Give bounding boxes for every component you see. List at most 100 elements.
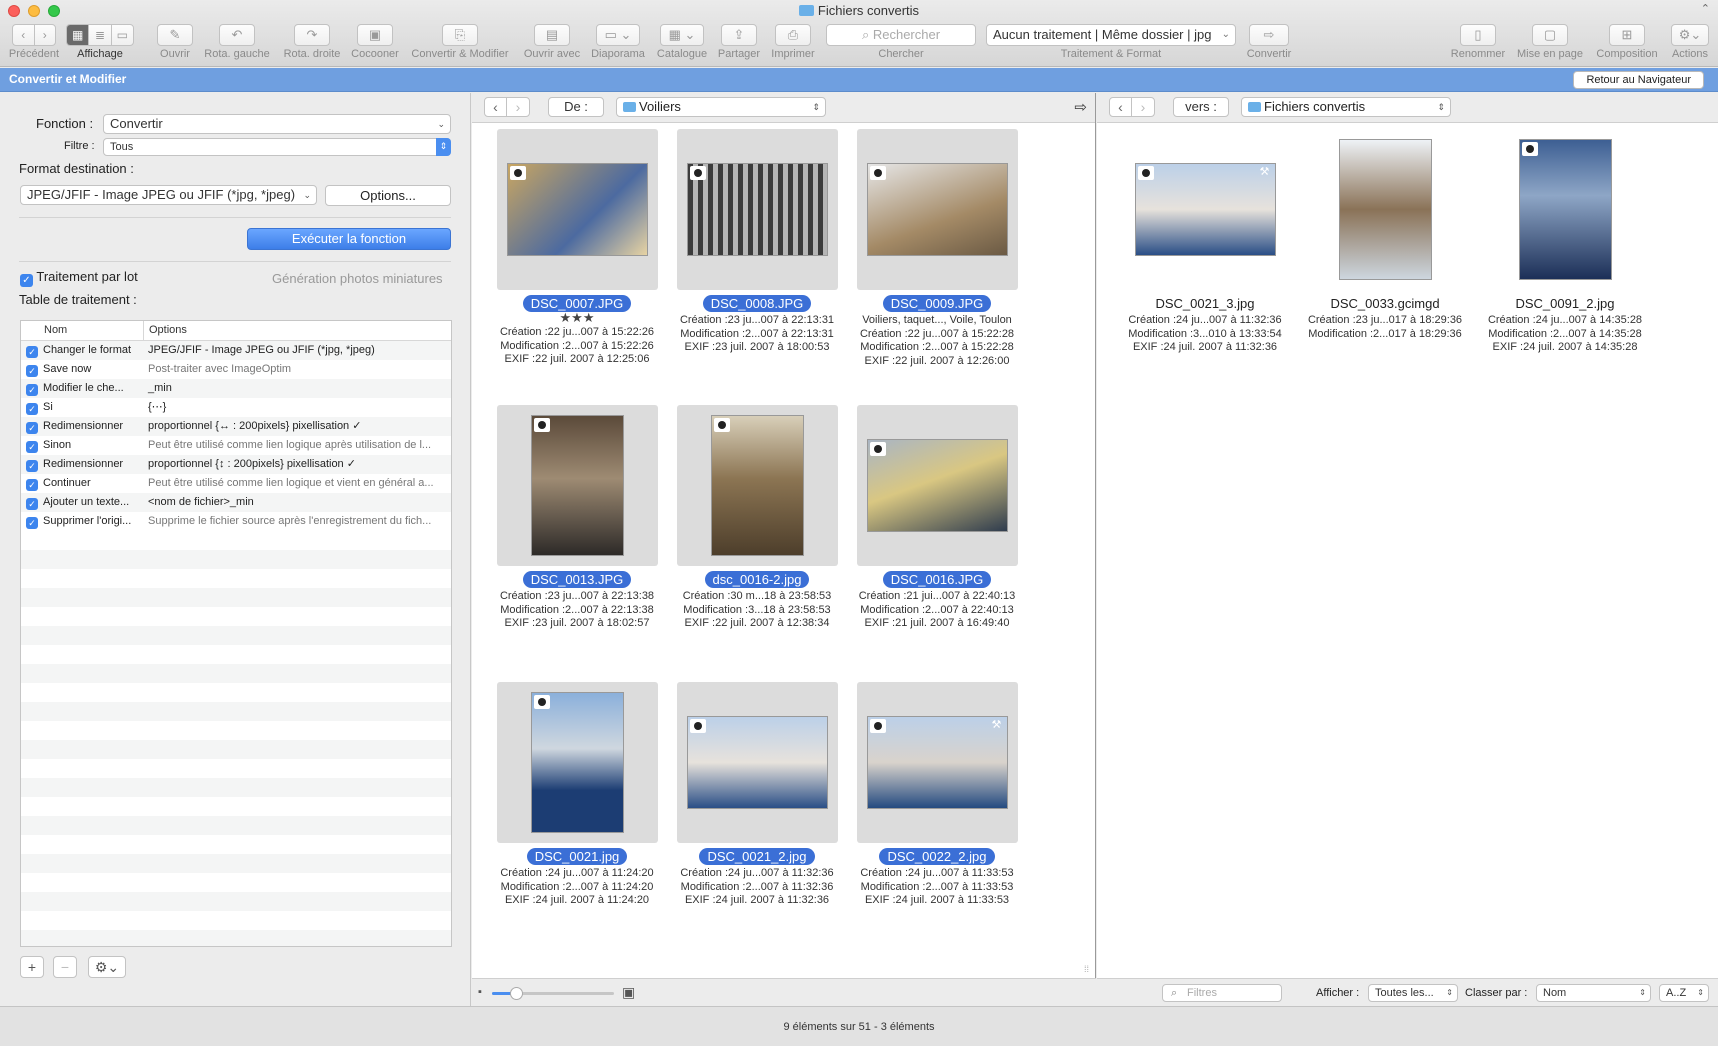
back-to-browser-button[interactable]: Retour au Navigateur	[1573, 71, 1704, 89]
table-row[interactable]: ✓ Sinon Peut être utilisé comme lien logiq…	[21, 436, 451, 455]
resize-grip-icon[interactable]: ⁞⁞	[1084, 964, 1089, 974]
fullscreen-icon[interactable]: ⌃	[1701, 2, 1710, 15]
image-thumbnail[interactable]	[496, 129, 658, 290]
remove-step-button[interactable]: −	[53, 956, 77, 978]
checkbox-checked-icon[interactable]: ✓	[26, 384, 38, 396]
options-button[interactable]: Options...	[325, 185, 451, 206]
file-name[interactable]: DSC_0008.JPG	[702, 295, 812, 312]
checkbox-checked-icon[interactable]: ✓	[26, 403, 38, 415]
open-with-button[interactable]: ▤ Ouvrir avec	[520, 24, 584, 64]
image-cell[interactable]: DSC_0009.JPG Voiliers, taquet..., Voile, …	[852, 129, 1022, 368]
file-name[interactable]: DSC_0091_2.jpg	[1507, 295, 1622, 312]
convert-button[interactable]: ⇨ Convertir	[1244, 24, 1294, 64]
file-name[interactable]: DSC_0033.gcimgd	[1322, 295, 1447, 312]
checkbox-checked-icon[interactable]: ✓	[26, 498, 38, 510]
rotate-right-button[interactable]: ↷ Rota. droite	[278, 24, 346, 64]
back-forward-group[interactable]: ‹ › Précédent	[8, 24, 60, 64]
row-checkbox[interactable]: ✓	[21, 398, 43, 417]
checkbox-checked-icon[interactable]: ✓	[26, 365, 38, 377]
process-group[interactable]: Aucun traitement | Même dossier | jpg ⌄ T…	[986, 24, 1236, 64]
view-mode-segment[interactable]: ▦ ≣ ▭	[66, 24, 134, 46]
table-row[interactable]: ✓ Modifier le che... _min	[21, 379, 451, 398]
back-arrow-icon[interactable]: ‹	[1110, 98, 1132, 116]
file-name[interactable]: DSC_0013.JPG	[522, 571, 632, 588]
print-button[interactable]: ⎙ Imprimer	[766, 24, 820, 64]
file-name[interactable]: DSC_0009.JPG	[882, 295, 992, 312]
forward-arrow-icon[interactable]: ›	[35, 25, 56, 45]
function-select[interactable]: Convertir ⌄	[103, 114, 451, 134]
filter-input[interactable]: ⌕ Filtres	[1162, 984, 1282, 1002]
checkbox-checked-icon[interactable]: ✓	[26, 441, 38, 453]
image-cell[interactable]: DSC_0013.JPG Création :23 ju...007 à 22:1…	[492, 405, 662, 631]
rating-stars[interactable]: ★★★	[492, 311, 662, 324]
image-cell[interactable]: ⚒ DSC_0021_3.jpg Création :24 ju...007 à 1…	[1120, 129, 1290, 355]
share-button[interactable]: ⇪ Partager	[714, 24, 764, 64]
actions-button[interactable]: ⚙⌄ Actions	[1668, 24, 1712, 64]
table-row[interactable]: ✓ Save now Post-traiter avec ImageOptim	[21, 360, 451, 379]
image-thumbnail[interactable]	[856, 405, 1018, 566]
image-cell[interactable]: DSC_0021.jpg Création :24 ju...007 à 11:2…	[492, 682, 662, 908]
checkbox-checked-icon[interactable]: ✓	[26, 517, 38, 529]
source-nav[interactable]: ‹ ›	[484, 97, 530, 117]
file-name[interactable]: DSC_0022_2.jpg	[879, 848, 995, 865]
row-checkbox[interactable]: ✓	[21, 455, 43, 474]
open-button[interactable]: ✎ Ouvrir	[154, 24, 196, 64]
layout-button[interactable]: ▢ Mise en page	[1514, 24, 1586, 64]
search-group[interactable]: ⌕ Rechercher Chercher	[826, 24, 976, 64]
back-forward-segment[interactable]: ‹ ›	[12, 24, 56, 46]
thumbnails-option[interactable]: Génération photos miniatures	[272, 271, 443, 286]
table-row[interactable]: ✓ Ajouter un texte... <nom de fichier>_min	[21, 493, 451, 512]
image-thumbnail[interactable]	[856, 129, 1018, 290]
checkbox-checked-icon[interactable]: ✓	[26, 460, 38, 472]
image-cell[interactable]: dsc_0016-2.jpg Création :30 m...18 à 23:5…	[672, 405, 842, 631]
order-select[interactable]: A..Z ⇕	[1659, 984, 1709, 1002]
table-row[interactable]: ✓ Redimensionner proportionnel {↕ : 200pix…	[21, 455, 451, 474]
rotate-left-button[interactable]: ↶ Rota. gauche	[202, 24, 272, 64]
back-arrow-icon[interactable]: ‹	[485, 98, 507, 116]
batch-checkbox-row[interactable]: ✓ Traitement par lot	[20, 269, 138, 287]
transfer-arrow-icon[interactable]: ⇨	[1074, 98, 1087, 116]
file-name[interactable]: DSC_0021.jpg	[526, 848, 628, 865]
image-thumbnail[interactable]	[676, 129, 838, 290]
table-row[interactable]: ✓ Supprimer l'origi... Supprime le fichier…	[21, 512, 451, 531]
image-thumbnail[interactable]	[496, 682, 658, 843]
add-step-button[interactable]: +	[20, 956, 44, 978]
image-cell[interactable]: ⚒ DSC_0022_2.jpg Création :24 ju...007 à 1…	[852, 682, 1022, 908]
checkbox-checked-icon[interactable]: ✓	[20, 274, 33, 287]
checkbox-checked-icon[interactable]: ✓	[26, 422, 38, 434]
row-checkbox[interactable]: ✓	[21, 360, 43, 379]
forward-arrow-icon[interactable]: ›	[507, 98, 529, 116]
view-group[interactable]: ▦ ≣ ▭ Affichage	[66, 24, 134, 64]
file-name[interactable]: DSC_0021_2.jpg	[699, 848, 815, 865]
show-select[interactable]: Toutes les... ⇕	[1368, 984, 1458, 1002]
image-cell[interactable]: DSC_0033.gcimgd Création :23 ju...017 à 1…	[1300, 129, 1470, 341]
table-row[interactable]: ✓ Continuer Peut être utilisé comme lien l…	[21, 474, 451, 493]
step-actions-button[interactable]: ⚙⌄	[88, 956, 126, 978]
rename-button[interactable]: ▯ Renommer	[1450, 24, 1506, 64]
table-row[interactable]: ✓ Changer le format JPEG/JFIF - Image JPEG…	[21, 341, 451, 360]
table-row[interactable]: ✓ Si {⋯}	[21, 398, 451, 417]
row-checkbox[interactable]: ✓	[21, 436, 43, 455]
sort-select[interactable]: Nom ⇕	[1536, 984, 1651, 1002]
row-checkbox[interactable]: ✓	[21, 493, 43, 512]
image-thumbnail[interactable]: ⚒	[856, 682, 1018, 843]
zoom-slider-knob[interactable]	[510, 987, 524, 1000]
file-name[interactable]: DSC_0021_3.jpg	[1147, 295, 1262, 312]
source-folder-select[interactable]: Voiliers ⇕	[616, 97, 826, 117]
dest-nav[interactable]: ‹ ›	[1109, 97, 1155, 117]
list-view-icon[interactable]: ≣	[89, 25, 112, 45]
row-checkbox[interactable]: ✓	[21, 379, 43, 398]
image-thumbnail[interactable]: ⚒	[1125, 129, 1286, 290]
image-cell[interactable]: DSC_0007.JPG ★★★ Création :22 ju...007 à 1…	[492, 129, 662, 367]
image-cell[interactable]: DSC_0091_2.jpg Création :24 ju...007 à 14…	[1480, 129, 1650, 355]
row-checkbox[interactable]: ✓	[21, 512, 43, 531]
filter-select[interactable]: Tous ⇕	[103, 138, 451, 156]
dest-folder-select[interactable]: Fichiers convertis ⇕	[1241, 97, 1451, 117]
table-row[interactable]: ✓ Redimensionner proportionnel {↔ : 200pix…	[21, 417, 451, 436]
column-options[interactable]: Options	[144, 321, 187, 340]
cocoon-button[interactable]: ▣ Cocooner	[348, 24, 402, 64]
image-thumbnail[interactable]	[496, 405, 658, 566]
image-thumbnail[interactable]	[676, 682, 838, 843]
row-checkbox[interactable]: ✓	[21, 417, 43, 436]
zoom-slider[interactable]	[492, 987, 614, 1000]
